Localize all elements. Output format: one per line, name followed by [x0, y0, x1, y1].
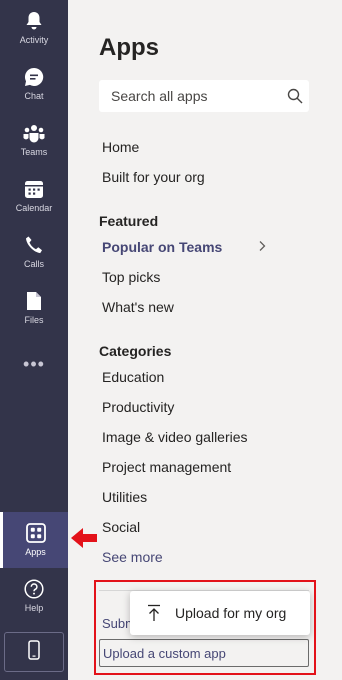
upload-menu-popup: Upload for my org: [130, 591, 310, 635]
rail-item-teams[interactable]: Teams: [0, 112, 68, 168]
nav-home[interactable]: Home: [102, 139, 139, 155]
rail-item-label: Files: [24, 315, 44, 325]
file-icon: [23, 290, 45, 312]
nav-popular-on-teams[interactable]: Popular on Teams: [102, 239, 222, 255]
upload-for-my-org-item[interactable]: Upload for my org: [175, 605, 286, 621]
chevron-right-icon: [258, 239, 266, 257]
mobile-phone-icon: [28, 639, 40, 665]
more-apps-button[interactable]: •••: [0, 350, 68, 378]
rail-item-help[interactable]: Help: [0, 568, 68, 624]
see-more-link[interactable]: See more: [102, 549, 163, 565]
rail-item-label: Chat: [24, 91, 44, 101]
nav-utilities[interactable]: Utilities: [102, 489, 147, 505]
rail-item-calendar[interactable]: Calendar: [0, 168, 68, 224]
search-input[interactable]: Search all apps: [99, 80, 309, 112]
rail-item-label: Teams: [20, 147, 48, 157]
nav-whats-new[interactable]: What's new: [102, 299, 174, 315]
nav-productivity[interactable]: Productivity: [102, 399, 174, 415]
left-arrow-icon: [71, 527, 97, 554]
help-icon: [23, 578, 45, 600]
rail-item-label: Apps: [25, 547, 46, 557]
search-icon[interactable]: [281, 88, 309, 104]
nav-education[interactable]: Education: [102, 369, 164, 385]
featured-heading: Featured: [99, 213, 159, 229]
rail-item-chat[interactable]: Chat: [0, 56, 68, 112]
teams-icon: [23, 122, 45, 144]
rail-item-label: Activity: [19, 35, 49, 45]
apps-icon: [25, 522, 47, 544]
upload-icon: [146, 603, 162, 623]
rail-item-files[interactable]: Files: [0, 280, 68, 336]
nav-social[interactable]: Social: [102, 519, 140, 535]
nav-built-for-your-org[interactable]: Built for your org: [102, 169, 205, 185]
bell-icon: [23, 10, 45, 32]
rail-item-calls[interactable]: Calls: [0, 224, 68, 280]
chat-icon: [23, 66, 45, 88]
nav-project-management[interactable]: Project management: [102, 459, 231, 475]
app-rail: Activity Chat Teams Calendar Calls Files…: [0, 0, 68, 680]
rail-item-apps[interactable]: Apps: [0, 512, 68, 568]
categories-heading: Categories: [99, 343, 172, 359]
nav-top-picks[interactable]: Top picks: [102, 269, 160, 285]
rail-item-label: Calls: [23, 259, 44, 269]
rail-item-label: Calendar: [15, 203, 53, 213]
mobile-device-button[interactable]: [4, 632, 64, 672]
rail-item-activity[interactable]: Activity: [0, 0, 68, 56]
rail-item-label: Help: [24, 603, 44, 613]
page-title: Apps: [99, 34, 159, 61]
calendar-icon: [23, 178, 45, 200]
nav-image-video-galleries[interactable]: Image & video galleries: [102, 429, 248, 445]
upload-custom-app-button[interactable]: Upload a custom app: [99, 639, 309, 667]
search-placeholder: Search all apps: [111, 88, 208, 104]
phone-icon: [23, 234, 45, 256]
